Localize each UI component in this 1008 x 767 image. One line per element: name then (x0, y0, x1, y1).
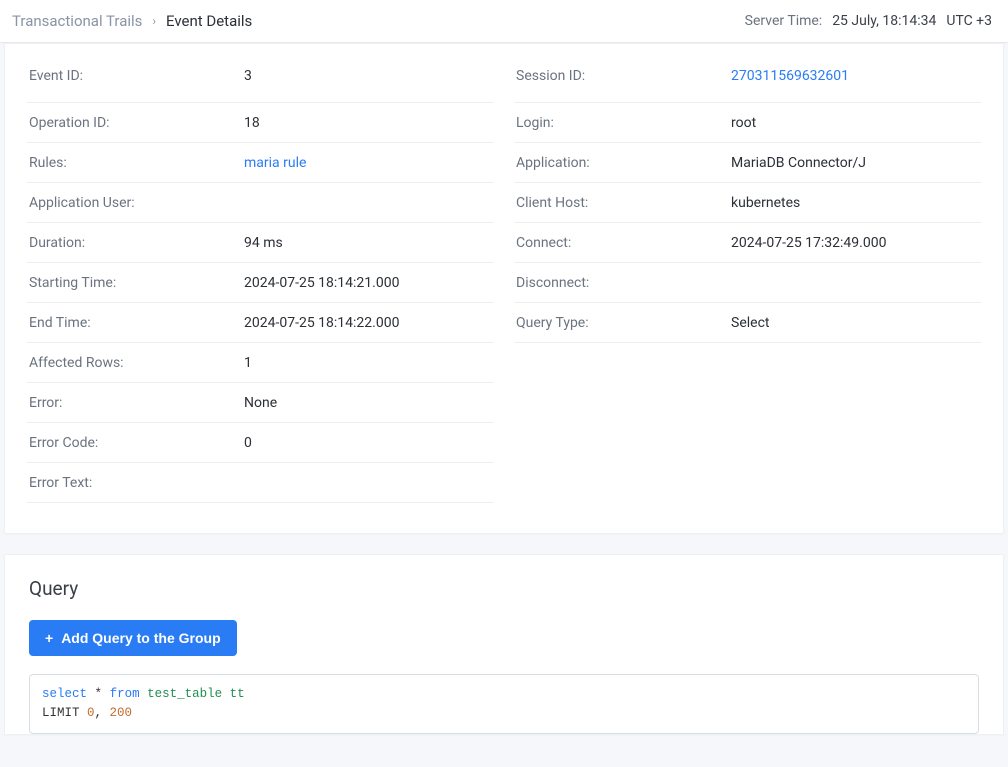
detail-label: Duration: (29, 235, 244, 251)
detail-row: Disconnect: (514, 263, 981, 303)
detail-label: Event ID: (29, 68, 244, 84)
server-time-tz: UTC +3 (946, 13, 992, 29)
add-query-button-label: Add Query to the Group (61, 630, 220, 646)
query-card: Query + Add Query to the Group select * … (4, 554, 1004, 735)
detail-label: Error Code: (29, 435, 244, 451)
detail-value: 3 (244, 68, 252, 84)
detail-value: Select (731, 315, 769, 331)
detail-label: Query Type: (516, 315, 731, 331)
detail-value: 1 (244, 355, 252, 371)
detail-value: 2024-07-25 18:14:22.000 (244, 315, 399, 331)
detail-value[interactable]: 270311569632601 (731, 68, 849, 84)
detail-label: Application: (516, 155, 731, 171)
detail-value: MariaDB Connector/J (731, 155, 866, 171)
detail-value: None (244, 395, 277, 411)
add-query-button[interactable]: + Add Query to the Group (29, 620, 237, 656)
detail-value: kubernetes (731, 195, 800, 211)
details-col-right: Session ID:270311569632601Login:rootAppl… (514, 64, 981, 503)
detail-label: Starting Time: (29, 275, 244, 291)
chevron-right-icon: › (152, 14, 156, 28)
detail-row: Query Type:Select (514, 303, 981, 343)
details-card: Event ID:3Operation ID:18Rules:maria rul… (4, 43, 1004, 534)
detail-value[interactable]: maria rule (244, 155, 306, 171)
detail-label: Application User: (29, 195, 244, 211)
detail-label: Error Text: (29, 475, 244, 491)
query-title: Query (29, 577, 979, 600)
details-grid: Event ID:3Operation ID:18Rules:maria rul… (27, 64, 981, 503)
detail-row: Rules:maria rule (27, 143, 494, 183)
topbar: Transactional Trails › Event Details Ser… (0, 0, 1008, 43)
detail-value: 94 ms (244, 235, 283, 251)
detail-label: Session ID: (516, 68, 731, 84)
detail-row: Duration:94 ms (27, 223, 494, 263)
detail-value: root (731, 115, 756, 131)
detail-value: 18 (244, 115, 260, 131)
detail-row: Application:MariaDB Connector/J (514, 143, 981, 183)
breadcrumb-current: Event Details (166, 12, 252, 30)
detail-label: Affected Rows: (29, 355, 244, 371)
detail-row: Affected Rows:1 (27, 343, 494, 383)
detail-row: Login:root (514, 103, 981, 143)
detail-label: Error: (29, 395, 244, 411)
detail-row: Event ID:3 (27, 64, 494, 103)
detail-row: Error Code:0 (27, 423, 494, 463)
details-col-left: Event ID:3Operation ID:18Rules:maria rul… (27, 64, 494, 503)
server-time-value: 25 July, 18:14:34 (832, 13, 936, 29)
detail-label: Client Host: (516, 195, 731, 211)
server-time-label: Server Time: (745, 13, 823, 29)
detail-label: Connect: (516, 235, 731, 251)
detail-label: Rules: (29, 155, 244, 171)
detail-row: End Time:2024-07-25 18:14:22.000 (27, 303, 494, 343)
detail-row: Client Host:kubernetes (514, 183, 981, 223)
detail-label: Login: (516, 115, 731, 131)
detail-row: Error:None (27, 383, 494, 423)
detail-value: 2024-07-25 18:14:21.000 (244, 275, 399, 291)
detail-row: Connect:2024-07-25 17:32:49.000 (514, 223, 981, 263)
detail-label: Operation ID: (29, 115, 244, 131)
detail-row: Application User: (27, 183, 494, 223)
detail-value: 2024-07-25 17:32:49.000 (731, 235, 886, 251)
server-time: Server Time: 25 July, 18:14:34 UTC +3 (745, 13, 992, 29)
detail-row: Operation ID:18 (27, 103, 494, 143)
detail-row: Starting Time:2024-07-25 18:14:21.000 (27, 263, 494, 303)
detail-row: Session ID:270311569632601 (514, 64, 981, 103)
breadcrumb-parent[interactable]: Transactional Trails (12, 12, 142, 30)
plus-icon: + (45, 630, 53, 646)
query-sql: select * from test_table tt LIMIT 0, 200 (29, 674, 979, 734)
detail-value: 0 (244, 435, 252, 451)
detail-row: Error Text: (27, 463, 494, 503)
breadcrumb: Transactional Trails › Event Details (12, 12, 252, 30)
detail-label: Disconnect: (516, 275, 731, 291)
detail-label: End Time: (29, 315, 244, 331)
